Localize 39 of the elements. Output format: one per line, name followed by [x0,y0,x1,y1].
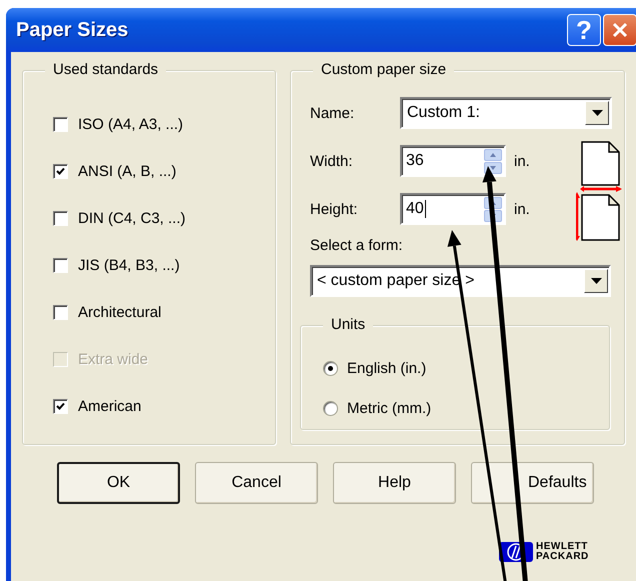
checkbox[interactable] [53,305,68,320]
window-title: Paper Sizes [16,18,130,42]
checkbox-label[interactable]: ANSI (A, B, ...) [78,163,176,180]
field-label: Select a form: [310,237,403,254]
check-icon [56,402,65,411]
radio-label[interactable]: Metric (mm.) [347,400,432,416]
checkbox-label[interactable]: DIN (C4, C3, ...) [78,210,186,227]
checkbox[interactable] [53,164,68,179]
logo-text: HEWLETT PACKARD [536,542,589,562]
field-label: Width: [310,152,354,170]
checkbox-label[interactable]: JIS (B4, B3, ...) [78,257,180,274]
dialog-button[interactable]: Defaults [471,462,594,504]
field-label: Name: [310,104,356,122]
checkbox[interactable] [53,399,68,414]
group-title: Custom paper size [313,60,454,80]
dialog-button[interactable]: Help [333,462,456,504]
dialog-button[interactable]: Cancel [195,462,318,504]
spin-arrows-icon[interactable] [484,196,502,222]
check-icon [56,167,65,176]
dialog-button[interactable]: OK [57,462,180,504]
checkbox[interactable] [53,258,68,273]
close-button[interactable] [603,14,636,46]
radio-button[interactable] [323,360,338,376]
field-label: Height: [310,200,359,218]
checkbox[interactable] [53,211,68,226]
help-button[interactable]: ? [567,14,601,46]
spin-arrows-icon[interactable] [484,148,502,174]
close-icon [612,22,628,38]
checkbox-label[interactable]: Architectural [78,304,162,321]
number-field[interactable]: 40 [400,193,506,225]
radio-label[interactable]: English (in.) [347,360,426,376]
checkbox[interactable] [53,117,68,132]
checkbox-label[interactable]: ISO (A4, A3, ...) [78,116,184,133]
number-field[interactable]: 36 [400,145,506,177]
unit-label: in. [514,152,530,170]
radio-button[interactable] [323,400,338,416]
unit-label: in. [514,200,530,218]
dropdown-field[interactable]: Custom 1: [400,97,612,129]
checkbox-label[interactable]: American [78,398,142,415]
